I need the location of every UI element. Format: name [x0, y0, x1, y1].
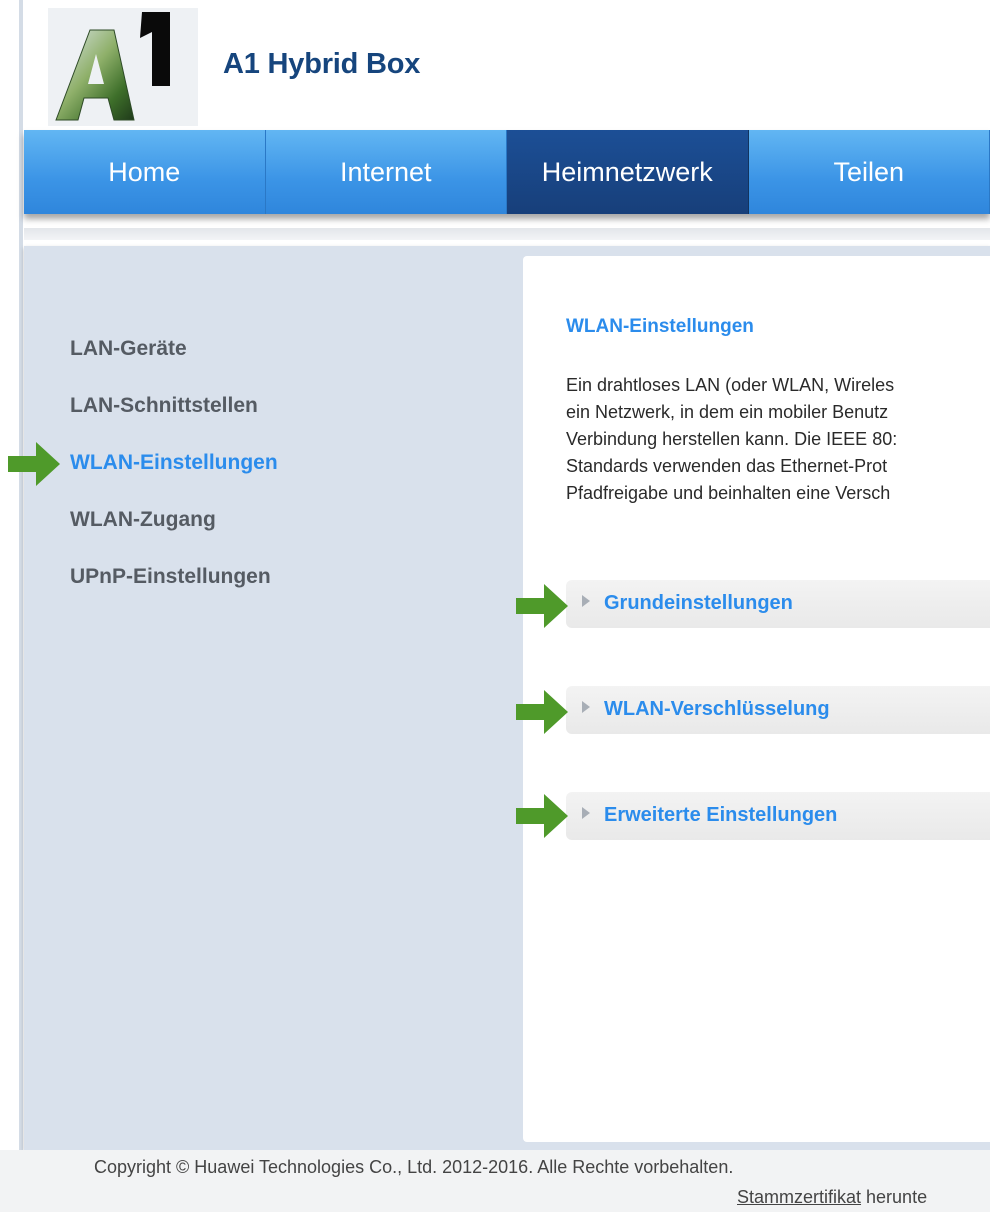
tab-teilen[interactable]: Teilen: [749, 130, 990, 214]
description-line: Pfadfreigabe und beinhalten eine Versch: [566, 483, 891, 503]
section-wlan-verschluesselung[interactable]: WLAN-Verschlüsselung: [566, 686, 990, 734]
sidebar-menu: LAN-Geräte LAN-Schnittstellen WLAN-Einst…: [70, 334, 278, 619]
description-line: Standards verwenden das Ethernet-Prot: [566, 456, 888, 476]
tab-internet[interactable]: Internet: [266, 130, 507, 214]
green-arrow-right-icon: [516, 794, 568, 838]
certificate-download: Stammzertifikat herunte: [737, 1187, 927, 1208]
green-arrow-right-icon: [8, 442, 60, 486]
nav-shadow-band: [24, 228, 990, 240]
main-nav: Home Internet Heimnetzwerk Teilen: [24, 130, 990, 214]
a1-logo-icon: [55, 12, 170, 121]
section-label: WLAN-Verschlüsselung: [604, 698, 830, 720]
sidebar-item-wlan-zugang[interactable]: WLAN-Zugang: [70, 505, 278, 562]
green-arrow-right-icon: [516, 690, 568, 734]
a1-logo: [48, 8, 198, 126]
green-arrow-right-icon: [516, 584, 568, 628]
section-label: Erweiterte Einstellungen: [604, 804, 838, 826]
certificate-suffix: herunte: [861, 1187, 928, 1207]
sidebar-item-upnp-einstellungen[interactable]: UPnP-Einstellungen: [70, 562, 278, 619]
root-certificate-link[interactable]: Stammzertifikat: [737, 1187, 861, 1207]
section-grundeinstellungen[interactable]: Grundeinstellungen: [566, 580, 990, 628]
expand-caret-icon: [582, 807, 590, 819]
page-left-border: [19, 0, 23, 1150]
sidebar-item-lan-schnittstellen[interactable]: LAN-Schnittstellen: [70, 391, 278, 448]
tab-home[interactable]: Home: [24, 130, 266, 214]
page-title: WLAN-Einstellungen: [566, 316, 754, 337]
section-erweiterte-einstellungen[interactable]: Erweiterte Einstellungen: [566, 792, 990, 840]
expand-caret-icon: [582, 595, 590, 607]
product-name: A1 Hybrid Box: [223, 48, 421, 80]
description-line: ein Netzwerk, in dem ein mobiler Benutz: [566, 402, 889, 422]
sidebar-item-lan-geraete[interactable]: LAN-Geräte: [70, 334, 278, 391]
page-description: Ein drahtloses LAN (oder WLAN, Wireles e…: [566, 372, 990, 507]
expand-caret-icon: [582, 701, 590, 713]
copyright-text: Copyright © Huawei Technologies Co., Ltd…: [94, 1157, 734, 1177]
description-line: Verbindung herstellen kann. Die IEEE 80:: [566, 429, 898, 449]
description-line: Ein drahtloses LAN (oder WLAN, Wireles: [566, 375, 895, 395]
sidebar-item-wlan-einstellungen[interactable]: WLAN-Einstellungen: [70, 448, 278, 505]
tab-heimnetzwerk[interactable]: Heimnetzwerk: [507, 130, 749, 214]
section-label: Grundeinstellungen: [604, 592, 793, 614]
